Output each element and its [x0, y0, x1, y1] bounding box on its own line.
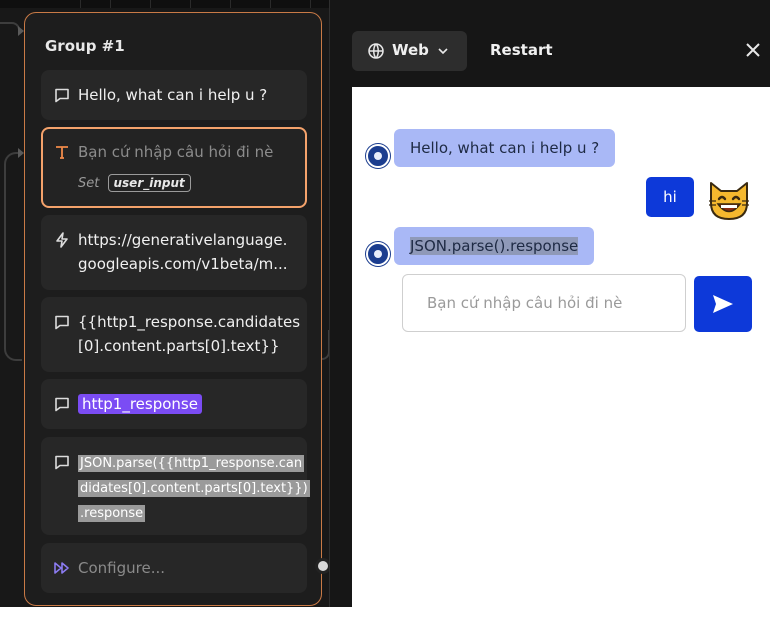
set-label: Set — [78, 176, 100, 191]
close-icon[interactable] — [744, 41, 762, 59]
selected-text-line-3: .response — [78, 505, 146, 522]
chat-bubble-icon — [55, 88, 69, 103]
text-bubble-block[interactable]: JSON.parse({{http1_response.can didates[… — [41, 437, 310, 535]
webhook-block[interactable]: https://generativelanguage. googleapis.c… — [41, 215, 307, 290]
variable-pill: user_input — [107, 174, 191, 192]
bot-message: JSON.parse().response — [394, 227, 595, 265]
flow-edge-loop — [4, 152, 22, 361]
configure-label: Configure... — [78, 559, 166, 577]
text-bubble-block[interactable]: {{http1_response.candidates [0].content.… — [41, 297, 307, 372]
bot-avatar — [366, 242, 390, 266]
selected-text-line-1: JSON.parse({{http1_response.can — [78, 455, 305, 472]
webhook-url-line-2: googleapis.com/v1beta/m... — [78, 255, 288, 273]
bot-avatar — [366, 144, 390, 168]
text-bubble-block[interactable]: Hello, what can i help u ? — [41, 70, 307, 120]
flow-editor-canvas[interactable]: Group #1 Hello, what can i help u ? Bạn … — [0, 0, 770, 607]
runtime-label: Web — [392, 41, 429, 59]
chat-bubble-icon — [55, 397, 69, 412]
send-arrow-icon — [713, 295, 733, 313]
runtime-select-button[interactable]: Web — [352, 31, 467, 71]
user-message: hi — [646, 177, 694, 217]
chat-input[interactable] — [403, 275, 685, 331]
preview-panel: Web Restart Hello, what can i help u ? h… — [329, 0, 770, 607]
text-input-icon — [56, 146, 68, 159]
configure-block[interactable]: Configure... — [41, 543, 307, 593]
chat-bubble-icon — [55, 455, 69, 470]
text-input-block[interactable]: Bạn cứ nhập câu hỏi đi nè Set user_input — [41, 127, 307, 208]
block-text-line-1: {{http1_response.candidates — [78, 313, 301, 331]
block-text: http1_response — [78, 393, 202, 415]
set-variable-row: Set user_input — [78, 174, 191, 192]
selected-text-line-2: didates[0].content.parts[0].text}}) — [78, 480, 310, 497]
send-button[interactable] — [694, 276, 752, 332]
text-bubble-block[interactable]: http1_response — [41, 379, 307, 429]
webhook-url-line-1: https://generativelanguage. — [78, 231, 288, 249]
chat-input-box[interactable] — [402, 274, 686, 332]
block-text: JSON.parse({{http1_response.can didates[… — [78, 451, 310, 526]
group-title: Group #1 — [45, 37, 125, 55]
lightning-icon — [56, 232, 68, 248]
cat-emoji-avatar-icon — [709, 182, 749, 220]
chat-preview: Hello, what can i help u ? hi JSON.parse… — [352, 87, 770, 607]
canvas-top-strip — [0, 0, 330, 8]
group-node[interactable]: Group #1 Hello, what can i help u ? Bạn … — [24, 12, 322, 606]
flow-edge-top — [0, 22, 20, 34]
bot-message: Hello, what can i help u ? — [394, 129, 616, 167]
chevron-down-icon — [438, 48, 448, 55]
restart-button[interactable]: Restart — [490, 41, 553, 59]
selected-message-text: JSON.parse().response — [410, 237, 579, 255]
chat-bubble-icon — [55, 315, 69, 330]
block-text: Hello, what can i help u ? — [78, 86, 268, 104]
variable-highlight: http1_response — [78, 394, 202, 414]
double-play-icon — [54, 562, 69, 574]
input-placeholder-preview: Bạn cứ nhập câu hỏi đi nè — [78, 143, 274, 161]
globe-icon — [368, 43, 384, 59]
block-text-line-2: [0].content.parts[0].text}} — [78, 337, 280, 355]
